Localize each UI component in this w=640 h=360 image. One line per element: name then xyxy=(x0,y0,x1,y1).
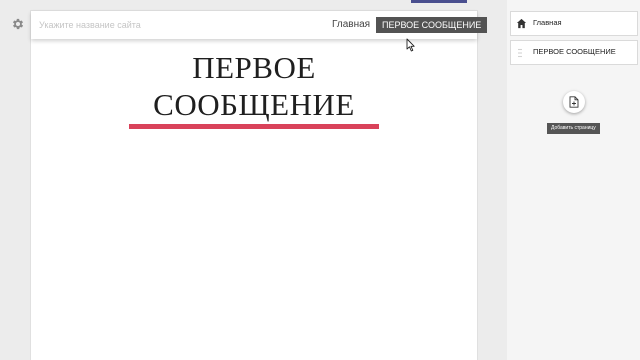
gear-icon[interactable] xyxy=(11,17,25,31)
drag-handle-icon[interactable] xyxy=(518,48,522,58)
nav-link-first-message[interactable]: ПЕРВОЕ СООБЩЕНИЕ xyxy=(376,17,488,33)
add-page-button[interactable] xyxy=(563,91,585,113)
title-underline xyxy=(129,124,379,129)
page-title[interactable]: ПЕРВОЕ СООБЩЕНИЕ xyxy=(91,49,417,123)
home-icon xyxy=(516,18,527,29)
page-canvas: Главная ПЕРВОЕ СООБЩЕНИЕ ПЕРВОЕ СООБЩЕНИ… xyxy=(31,11,488,360)
sidebar-item-label: Главная xyxy=(533,18,562,27)
sidebar-item-first-message[interactable]: ПЕРВОЕ СООБЩЕНИЕ xyxy=(510,40,638,65)
page-title-line: СООБЩЕНИЕ xyxy=(153,87,355,122)
site-editor: Главная ПЕРВОЕ СООБЩЕНИЕ ПЕРВОЕ СООБЩЕНИ… xyxy=(0,0,640,360)
page-title-line: ПЕРВОЕ xyxy=(192,50,316,85)
top-tab-indicator xyxy=(411,0,467,3)
add-page-tooltip: Добавить страницу xyxy=(547,123,600,134)
pages-sidebar: Главная ПЕРВОЕ СООБЩЕНИЕ Добавить страни… xyxy=(507,0,640,360)
sidebar-item-home[interactable]: Главная xyxy=(510,11,638,36)
nav-link-home[interactable]: Главная xyxy=(332,19,370,30)
mouse-pointer-icon xyxy=(406,38,415,52)
site-header: Главная ПЕРВОЕ СООБЩЕНИЕ xyxy=(31,11,488,39)
site-name-input[interactable] xyxy=(39,17,269,33)
add-page-icon xyxy=(569,96,579,108)
sidebar-item-label: ПЕРВОЕ СООБЩЕНИЕ xyxy=(533,47,616,56)
